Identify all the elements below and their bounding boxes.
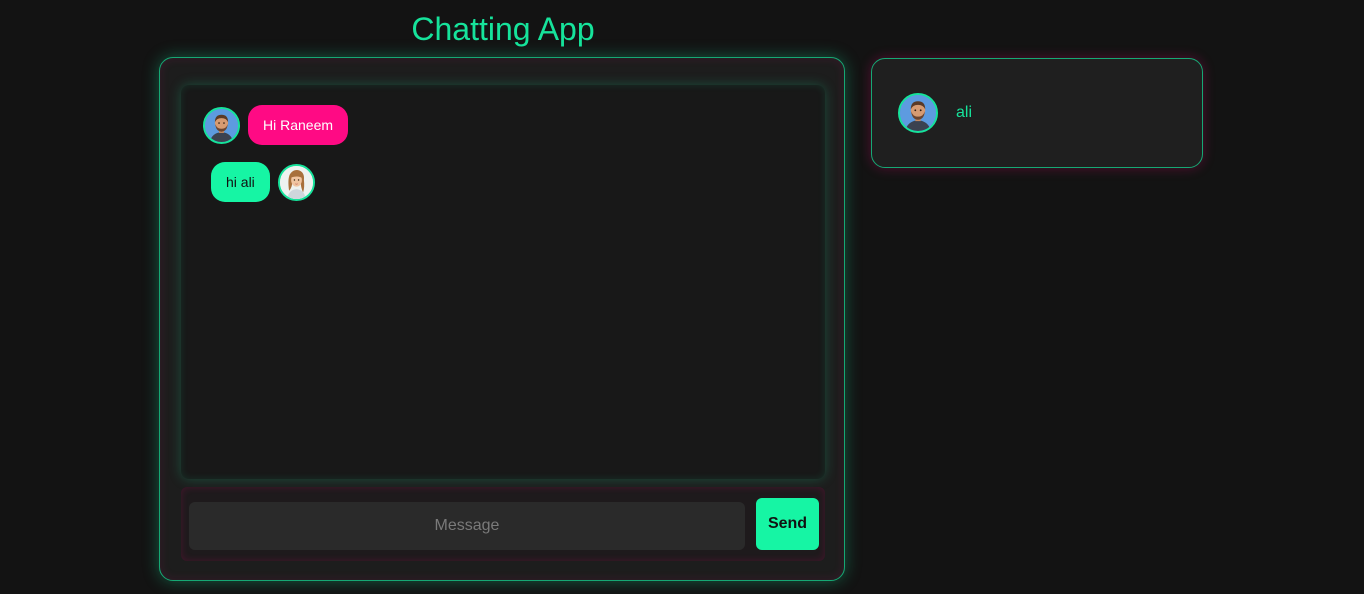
- message-row-sent: hi ali: [211, 162, 315, 202]
- female-avatar-icon: [277, 163, 315, 201]
- page-title: Chatting App: [411, 11, 595, 47]
- users-panel: ali: [871, 58, 1203, 168]
- user-name: ali: [956, 104, 973, 121]
- chat-panel: Hi Raneem hi ali Send: [159, 57, 845, 581]
- send-button[interactable]: Send: [756, 498, 819, 550]
- male-avatar-icon: [203, 106, 240, 144]
- message-bubble: hi ali: [211, 162, 270, 202]
- message-row-received: Hi Raneem: [203, 105, 349, 145]
- message-composer: Send: [181, 487, 825, 561]
- male-avatar-icon: [898, 93, 938, 133]
- message-input[interactable]: [189, 502, 745, 550]
- message-bubble: Hi Raneem: [248, 105, 349, 145]
- messages-area[interactable]: Hi Raneem hi ali: [181, 85, 825, 479]
- user-list-item[interactable]: ali: [898, 93, 972, 133]
